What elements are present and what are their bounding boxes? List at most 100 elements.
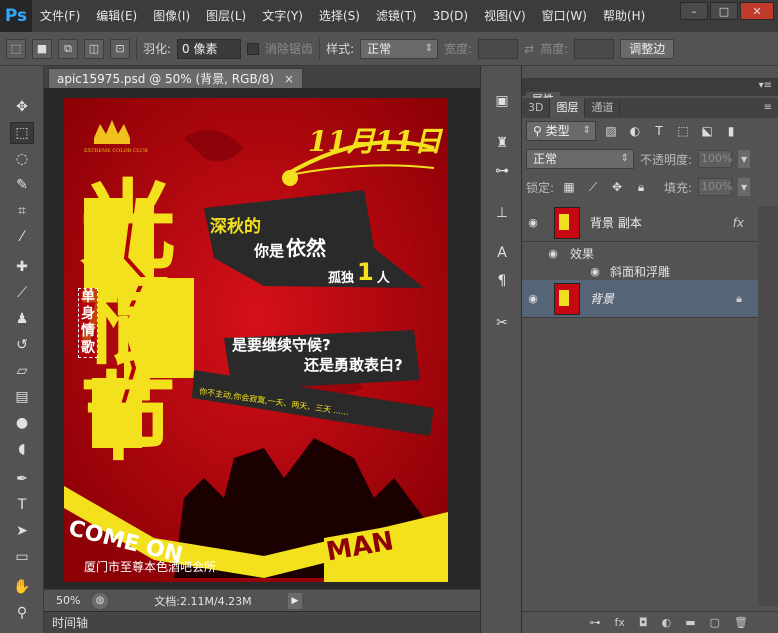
brush-preset-icon[interactable]: ♜ <box>489 132 515 154</box>
menu-view[interactable]: 视图(V) <box>476 0 534 32</box>
close-tab-icon[interactable]: × <box>284 72 294 86</box>
lock-transparent-icon[interactable]: ▦ <box>560 178 578 196</box>
lock-all-icon[interactable]: 🔒︎ <box>632 178 650 196</box>
zoom-level[interactable]: 50% <box>44 594 92 607</box>
new-group-icon[interactable]: ▬ <box>685 616 695 629</box>
shape-tool-icon[interactable]: ▭ <box>10 546 34 568</box>
menu-file[interactable]: 文件(F) <box>32 0 88 32</box>
healing-brush-icon[interactable]: ✚ <box>10 256 34 278</box>
menu-edit[interactable]: 编辑(E) <box>88 0 145 32</box>
layer-filter-select[interactable]: ⚲ 类型 <box>526 121 596 141</box>
add-selection-icon[interactable]: ⧉ <box>58 38 78 59</box>
fx-icon[interactable]: fx <box>733 216 744 230</box>
history-brush-icon[interactable]: ↺ <box>10 334 34 356</box>
visibility-eye-icon[interactable]: ◉ <box>522 292 544 305</box>
timeline-tab[interactable]: 时间轴 <box>44 611 480 633</box>
menu-type[interactable]: 文字(Y) <box>254 0 311 32</box>
hand-tool-icon[interactable]: ✋ <box>10 576 34 598</box>
status-menu-arrow-icon[interactable]: ▶ <box>288 592 302 609</box>
menu-select[interactable]: 选择(S) <box>311 0 368 32</box>
type-tool-icon[interactable]: T <box>10 494 34 516</box>
status-info-icon[interactable]: ◍ <box>92 592 108 609</box>
opacity-arrow-icon[interactable]: ▼ <box>738 150 751 168</box>
bevel-effect-row[interactable]: ◉ 斜面和浮雕 <box>522 262 758 280</box>
shape-filter-icon[interactable]: ⬚ <box>674 122 692 140</box>
layer-row-background[interactable]: ◉ 背景 🔒︎ <box>522 280 758 318</box>
maximize-button[interactable]: □ <box>710 2 738 20</box>
delete-layer-icon[interactable]: 🗑︎ <box>734 616 748 629</box>
intersect-selection-icon[interactable]: ⊡ <box>110 38 130 59</box>
height-field[interactable] <box>574 38 615 59</box>
blend-mode-select[interactable]: 正常 <box>526 149 634 169</box>
brush-tool-icon[interactable]: ⟋ <box>10 282 34 304</box>
link-layers-icon[interactable]: ⊶ <box>590 616 601 629</box>
effects-eye-icon[interactable]: ◉ <box>542 247 564 260</box>
smart-object-filter-icon[interactable]: ⬕ <box>698 122 716 140</box>
tab-channels[interactable]: 通道 <box>585 98 621 118</box>
width-field[interactable] <box>478 38 519 59</box>
history-panel-icon[interactable]: ▣ <box>489 90 515 112</box>
marquee-tool-icon[interactable]: ⬚ <box>10 122 34 144</box>
minimize-button[interactable]: – <box>680 2 708 20</box>
tab-3d[interactable]: 3D <box>522 98 551 118</box>
clone-source-icon[interactable]: ⊥ <box>489 202 515 224</box>
fill-input[interactable]: 100% <box>698 178 733 196</box>
refine-edge-button[interactable]: 调整边 <box>620 38 675 59</box>
eyedropper-tool-icon[interactable]: ⁄ <box>10 226 34 248</box>
bevel-eye-icon[interactable]: ◉ <box>584 265 606 278</box>
new-layer-icon[interactable]: ▢ <box>710 616 720 629</box>
effects-row[interactable]: ◉ 效果 <box>522 244 758 262</box>
tab-layers[interactable]: 图层 <box>550 98 586 118</box>
gradient-tool-icon[interactable]: ▤ <box>10 386 34 408</box>
adjustment-filter-icon[interactable]: ◐ <box>626 122 644 140</box>
path-select-tool-icon[interactable]: ➤ <box>10 520 34 542</box>
layer-row[interactable]: ◉ 背景 副本 fx <box>522 204 758 242</box>
visibility-eye-icon[interactable]: ◉ <box>522 216 544 229</box>
marquee-preset-icon[interactable]: ⬚ <box>6 38 26 59</box>
menu-layer[interactable]: 图层(L) <box>198 0 254 32</box>
character-panel-icon[interactable]: A <box>489 242 515 264</box>
canvas-area[interactable]: EXTREME COLOR CLUB 11月11日 光棍节 单身情歌 深秋的 你… <box>44 88 480 589</box>
pixel-filter-icon[interactable]: ▨ <box>602 122 620 140</box>
stamp-tool-icon[interactable]: ♟ <box>10 308 34 330</box>
lasso-tool-icon[interactable]: ◌ <box>10 148 34 170</box>
style-select[interactable]: 正常 <box>360 38 439 59</box>
add-mask-icon[interactable]: ◘ <box>639 616 648 629</box>
tool-presets-icon[interactable]: ✂ <box>489 312 515 334</box>
poster-canvas[interactable]: EXTREME COLOR CLUB 11月11日 光棍节 单身情歌 深秋的 你… <box>64 98 448 582</box>
fill-arrow-icon[interactable]: ▼ <box>738 178 751 196</box>
crop-tool-icon[interactable]: ⌗ <box>10 200 34 222</box>
layers-menu-icon[interactable]: ≡ <box>764 102 772 113</box>
antialias-checkbox[interactable] <box>247 42 260 55</box>
type-filter-icon[interactable]: T <box>650 122 668 140</box>
lock-position-icon[interactable]: ✥ <box>608 178 626 196</box>
dodge-tool-icon[interactable]: ◖ <box>10 438 34 460</box>
panel-menu-icon[interactable]: ▾≡ <box>759 80 772 91</box>
filter-toggle-icon[interactable]: ▮ <box>722 122 740 140</box>
move-tool-icon[interactable]: ✥ <box>10 96 34 118</box>
swap-icon[interactable]: ⇄ <box>524 42 534 56</box>
tools-panel: ✥ ⬚ ◌ ✎ ⌗ ⁄ ✚ ⟋ ♟ ↺ ▱ ▤ ● ◖ ✒ T ➤ ▭ ✋ ⚲ <box>0 66 44 633</box>
menu-help[interactable]: 帮助(H) <box>595 0 653 32</box>
close-button[interactable]: ✕ <box>740 2 774 20</box>
menu-image[interactable]: 图像(I) <box>145 0 198 32</box>
pen-tool-icon[interactable]: ✒ <box>10 468 34 490</box>
feather-input[interactable]: 0 像素 <box>177 38 242 59</box>
adjustments-icon[interactable]: ⊶ <box>489 160 515 182</box>
menu-filter[interactable]: 滤镜(T) <box>368 0 425 32</box>
add-style-icon[interactable]: fx <box>615 616 625 629</box>
layers-scrollbar[interactable] <box>758 206 778 606</box>
lock-pixels-icon[interactable]: ⟋ <box>584 178 602 196</box>
eraser-tool-icon[interactable]: ▱ <box>10 360 34 382</box>
blur-tool-icon[interactable]: ● <box>10 412 34 434</box>
menu-3d[interactable]: 3D(D) <box>425 0 476 32</box>
document-tab[interactable]: apic15975.psd @ 50% (背景, RGB/8) × <box>48 68 304 88</box>
quick-select-tool-icon[interactable]: ✎ <box>10 174 34 196</box>
new-adjustment-icon[interactable]: ◐ <box>662 616 672 629</box>
opacity-input[interactable]: 100% <box>698 150 733 168</box>
subtract-selection-icon[interactable]: ◫ <box>84 38 104 59</box>
menu-window[interactable]: 窗口(W) <box>534 0 595 32</box>
paragraph-panel-icon[interactable]: ¶ <box>489 270 515 292</box>
new-selection-icon[interactable]: ■ <box>32 38 52 59</box>
zoom-tool-icon[interactable]: ⚲ <box>10 602 34 624</box>
